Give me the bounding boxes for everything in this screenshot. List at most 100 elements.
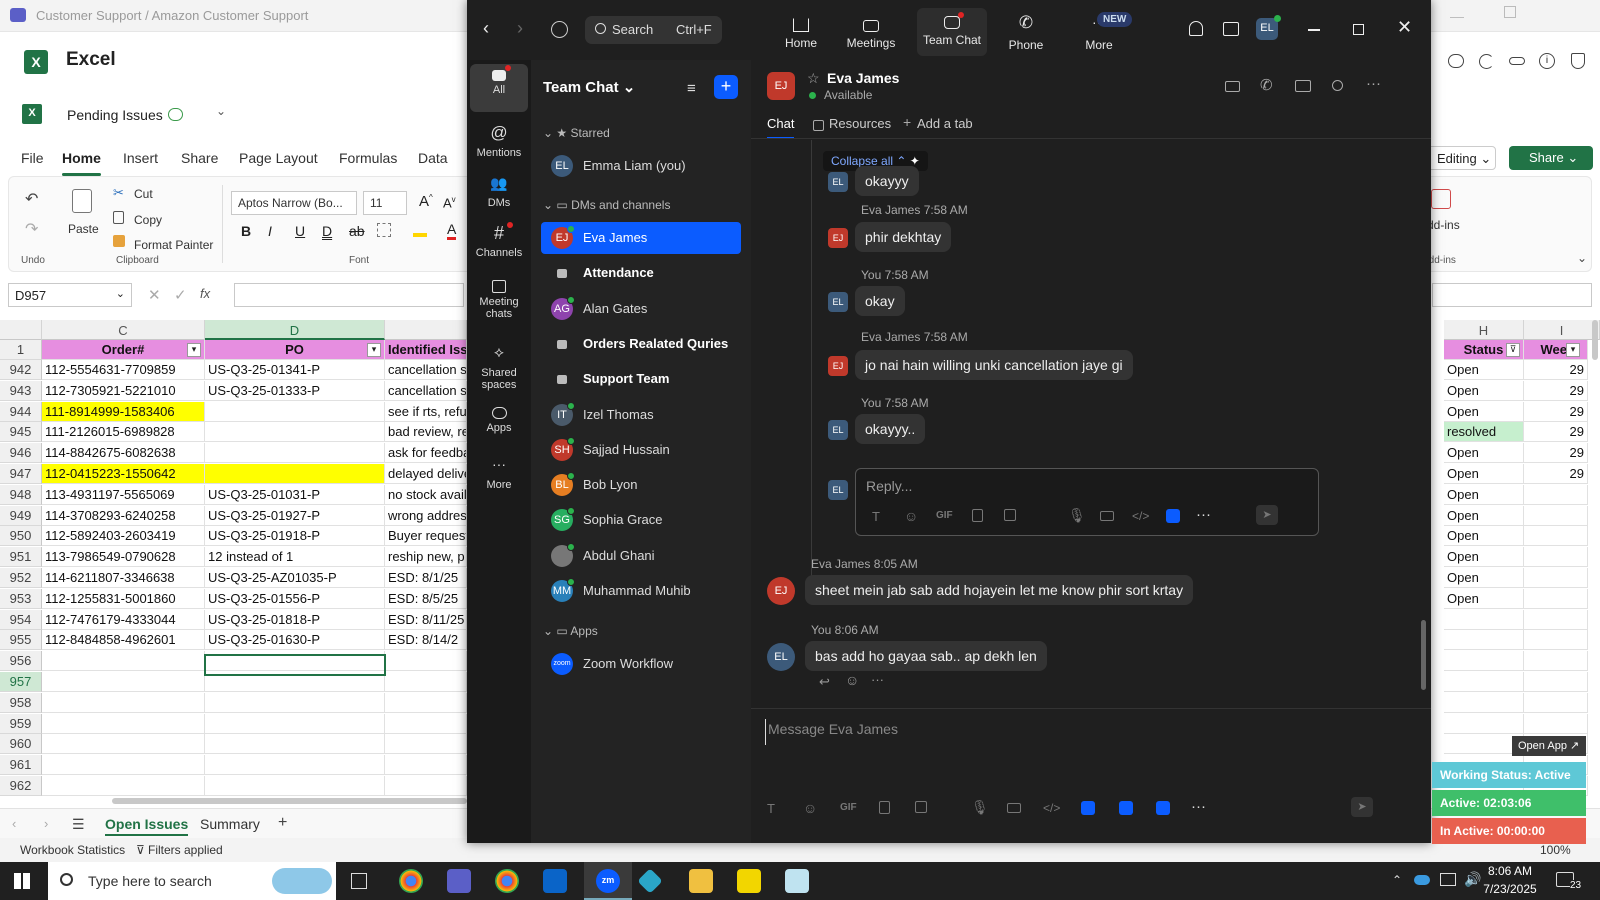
cell-order[interactable]: 112-7476179-4333044 bbox=[42, 609, 205, 630]
team-chat-title[interactable]: Team Chat ⌄ bbox=[543, 78, 635, 96]
cell-identified-issue[interactable]: cancellation s bbox=[385, 360, 467, 380]
list-item-abdul-ghani[interactable]: Abdul Ghani bbox=[541, 540, 741, 572]
copy-button[interactable]: Copy bbox=[134, 213, 162, 227]
row-number[interactable]: 948 bbox=[0, 484, 42, 505]
column-header-h[interactable]: H bbox=[1444, 320, 1524, 340]
borders-icon[interactable] bbox=[377, 223, 391, 237]
microphone-icon[interactable]: 🎙 bbox=[1068, 507, 1086, 524]
video-call-icon[interactable] bbox=[1225, 81, 1240, 92]
cell-po[interactable]: 12 instead of 1 bbox=[205, 547, 385, 568]
cell-week[interactable] bbox=[1524, 484, 1588, 505]
cell-week[interactable]: 29 bbox=[1524, 464, 1588, 484]
rail-apps[interactable]: Apps bbox=[470, 402, 528, 434]
increase-font-icon[interactable]: A^ bbox=[419, 193, 433, 210]
minimize-icon[interactable]: — bbox=[1450, 8, 1464, 24]
list-item-izel-thomas[interactable]: IT Izel Thomas bbox=[541, 399, 741, 431]
select-all-corner[interactable] bbox=[0, 320, 42, 340]
cell-week[interactable] bbox=[1524, 526, 1588, 547]
header-identified-issue[interactable]: Identified Issu bbox=[385, 340, 467, 360]
column-header-e[interactable] bbox=[385, 320, 467, 340]
cell-status[interactable] bbox=[1444, 630, 1524, 651]
cell-status[interactable] bbox=[1444, 651, 1524, 672]
row-number[interactable]: 950 bbox=[0, 526, 42, 547]
message-bubble[interactable]: phir dekhtay bbox=[855, 222, 952, 252]
phone-call-icon[interactable]: ✆ bbox=[1260, 76, 1273, 94]
header-order[interactable]: Order# bbox=[42, 340, 205, 360]
tab-home[interactable]: Home bbox=[62, 150, 101, 176]
sticky-notes-icon[interactable] bbox=[737, 869, 761, 893]
code-icon[interactable]: </> bbox=[1132, 509, 1149, 523]
tab-page-layout[interactable]: Page Layout bbox=[239, 150, 318, 166]
refresh-icon[interactable] bbox=[1479, 54, 1494, 69]
cell-po[interactable] bbox=[205, 422, 385, 443]
list-item-zoom-workflow[interactable]: zoom Zoom Workflow bbox=[541, 648, 741, 680]
cell-week[interactable] bbox=[1524, 713, 1588, 734]
cell-identified-issue[interactable]: reship new, p bbox=[385, 547, 467, 568]
cell-po[interactable]: US-Q3-25-01818-P bbox=[205, 609, 385, 630]
zoom-docs-icon[interactable] bbox=[1166, 509, 1180, 523]
nav-home[interactable]: Home bbox=[766, 12, 836, 50]
next-sheet-icon[interactable]: › bbox=[44, 816, 48, 831]
row-number[interactable]: 955 bbox=[0, 630, 42, 651]
cell-order[interactable]: 111-8914999-1583406 bbox=[42, 401, 205, 422]
send-icon[interactable]: ➤ bbox=[1351, 797, 1373, 817]
cell-identified-issue[interactable] bbox=[385, 755, 467, 776]
row-number[interactable]: 943 bbox=[0, 380, 42, 401]
font-size-select[interactable]: 11 bbox=[363, 191, 407, 215]
cell-identified-issue[interactable]: delayed delive bbox=[385, 464, 467, 484]
row-number[interactable]: 947 bbox=[0, 464, 42, 484]
windows-start-icon[interactable] bbox=[14, 873, 30, 889]
cell-order[interactable] bbox=[42, 776, 205, 796]
cell-order[interactable]: 111-2126015-6989828 bbox=[42, 422, 205, 443]
filter-dropdown-icon[interactable]: ▾ bbox=[187, 343, 201, 357]
row-number[interactable]: 946 bbox=[0, 443, 42, 464]
maximize-icon[interactable] bbox=[1353, 24, 1364, 35]
filter-dropdown-icon[interactable]: ▾ bbox=[367, 343, 381, 357]
cell-po[interactable]: US-Q3-25-01341-P bbox=[205, 360, 385, 380]
more-options-icon[interactable]: ··· bbox=[871, 672, 884, 687]
list-item-muhammad-muhib[interactable]: MM Muhammad Muhib bbox=[541, 575, 741, 607]
volume-icon[interactable]: 🔊 bbox=[1464, 871, 1481, 888]
file-name[interactable]: Pending Issues bbox=[67, 107, 163, 123]
app-diamond-icon[interactable] bbox=[637, 868, 663, 894]
list-item-support-team[interactable]: Support Team bbox=[541, 363, 741, 395]
emoji-icon[interactable]: ☺ bbox=[803, 800, 817, 816]
decrease-font-icon[interactable]: Av bbox=[443, 195, 456, 210]
tab-file[interactable]: File bbox=[21, 150, 44, 166]
cell-identified-issue[interactable]: see if rts, refu bbox=[385, 401, 467, 422]
list-item-orders-realated-quries[interactable]: Orders Realated Quries bbox=[541, 328, 741, 360]
list-item-eva-james[interactable]: EJ Eva James bbox=[541, 222, 741, 254]
cell-order[interactable]: 112-7305921-5221010 bbox=[42, 380, 205, 401]
tab-formulas[interactable]: Formulas bbox=[339, 150, 397, 166]
message-bubble[interactable]: sheet mein jab sab add hojayein let me k… bbox=[805, 575, 1194, 605]
cell-po[interactable] bbox=[205, 776, 385, 796]
prev-sheet-icon[interactable]: ‹ bbox=[12, 816, 16, 831]
rail-more[interactable]: ··· More bbox=[470, 454, 528, 491]
cell-status[interactable]: Open bbox=[1444, 547, 1524, 568]
cell-order[interactable]: 114-8842675-6082638 bbox=[42, 443, 205, 464]
bold-icon[interactable]: B bbox=[241, 223, 251, 239]
cell-po[interactable]: US-Q3-25-01918-P bbox=[205, 526, 385, 547]
chrome-icon[interactable] bbox=[399, 869, 423, 893]
message-input[interactable]: Message Eva James bbox=[765, 719, 1405, 745]
cell-identified-issue[interactable] bbox=[385, 672, 467, 692]
cell-po[interactable]: US-Q3-25-01927-P bbox=[205, 505, 385, 526]
cell-po[interactable] bbox=[205, 692, 385, 713]
reply-box[interactable]: Reply... T ☺ GIF 🎙 </> ··· ➤ bbox=[855, 468, 1319, 536]
rail-meeting-chats[interactable]: Meeting chats bbox=[470, 276, 528, 320]
gif-icon[interactable]: GIF bbox=[840, 802, 857, 813]
rail-shared-spaces[interactable]: ⟡ Shared spaces bbox=[470, 342, 528, 391]
cell-status[interactable]: Open bbox=[1444, 484, 1524, 505]
cell-week[interactable] bbox=[1524, 692, 1588, 713]
screenshot-icon[interactable] bbox=[915, 801, 927, 813]
zoom-taskbar-active[interactable]: zm bbox=[584, 862, 632, 900]
cell-order[interactable]: 112-5554631-7709859 bbox=[42, 360, 205, 380]
video-message-icon[interactable] bbox=[1007, 803, 1021, 813]
cell-po[interactable] bbox=[205, 734, 385, 755]
cell-identified-issue[interactable]: ESD: 8/11/25 bbox=[385, 609, 467, 630]
message-bubble[interactable]: okayyy bbox=[855, 166, 919, 196]
cell-order[interactable]: 112-1255831-5001860 bbox=[42, 588, 205, 609]
cell-week[interactable] bbox=[1524, 609, 1588, 630]
list-item-attendance[interactable]: Attendance bbox=[541, 257, 741, 289]
zoom-notes-icon[interactable] bbox=[1156, 801, 1170, 815]
